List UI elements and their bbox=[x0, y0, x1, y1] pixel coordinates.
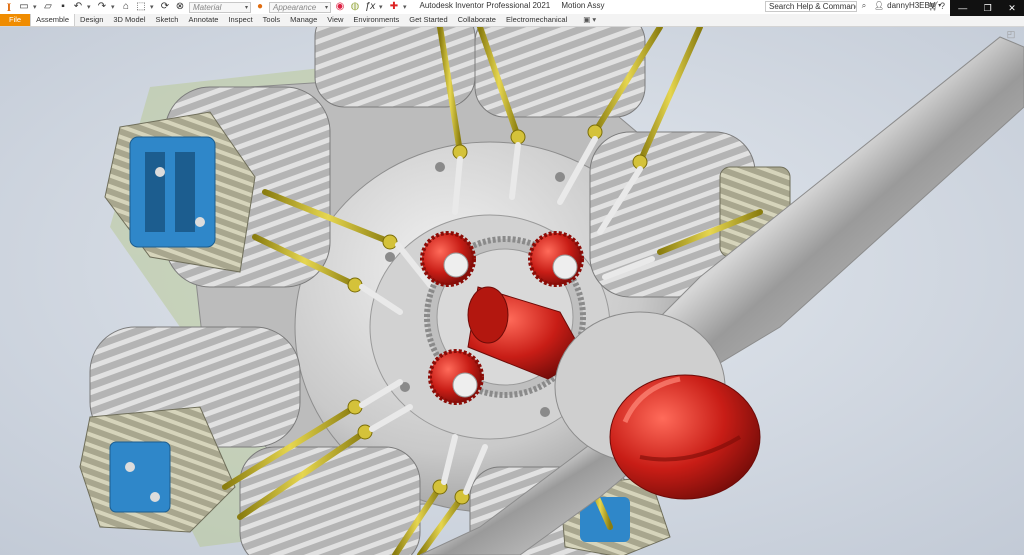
tab-design[interactable]: Design bbox=[75, 14, 108, 26]
material-placeholder: Material bbox=[193, 2, 222, 12]
select-icon[interactable]: ⬚ bbox=[135, 1, 147, 13]
minimize-icon[interactable]: — bbox=[958, 3, 967, 13]
undo-icon[interactable]: ↶ bbox=[72, 1, 84, 13]
inventor-logo-icon[interactable]: I bbox=[3, 1, 15, 13]
appearance-placeholder: Appearance bbox=[273, 2, 317, 12]
tab-environments[interactable]: Environments bbox=[348, 14, 404, 26]
parameters-dropdown-icon[interactable]: ▾ bbox=[379, 3, 385, 11]
tab-file[interactable]: File bbox=[0, 14, 31, 26]
engine-model bbox=[0, 27, 1024, 555]
material-combo[interactable]: Material ▾ bbox=[189, 1, 251, 13]
cart-icon[interactable]: 🛒︎ bbox=[928, 1, 939, 12]
tab-tools[interactable]: Tools bbox=[258, 14, 286, 26]
user-icon: 👤︎ bbox=[874, 1, 885, 10]
home-icon[interactable]: ⌂ bbox=[120, 1, 132, 13]
search-input[interactable]: Search Help & Commands... bbox=[765, 1, 857, 12]
redo-dropdown-icon[interactable]: ▾ bbox=[111, 3, 117, 11]
undo-dropdown-icon[interactable]: ▾ bbox=[87, 3, 93, 11]
tab-assemble[interactable]: Assemble bbox=[30, 14, 76, 26]
update-icon[interactable]: ⟳ bbox=[159, 1, 171, 13]
spinner-nut bbox=[609, 374, 761, 500]
material-dropdown-icon: ▾ bbox=[244, 4, 248, 11]
document-title: Motion Assy bbox=[561, 1, 605, 10]
redo-icon[interactable]: ↷ bbox=[96, 1, 108, 13]
parameters-fx-icon[interactable]: ƒx bbox=[364, 1, 376, 13]
appearance-combo[interactable]: Appearance ▾ bbox=[269, 1, 331, 13]
tab-3d-model[interactable]: 3D Model bbox=[108, 14, 150, 26]
tab-sketch[interactable]: Sketch bbox=[151, 14, 184, 26]
viewport-corner-icon[interactable]: ◰ bbox=[1006, 29, 1016, 39]
help-icon[interactable]: ? bbox=[940, 1, 945, 11]
ribbon-tabs: File Assemble Design 3D Model Sketch Ann… bbox=[0, 14, 1024, 27]
cancel-icon[interactable]: ⊗ bbox=[174, 1, 186, 13]
restore-icon[interactable]: ❐ bbox=[984, 3, 992, 14]
close-icon[interactable]: ✕ bbox=[1008, 3, 1016, 14]
select-dropdown-icon[interactable]: ▾ bbox=[150, 3, 156, 11]
search-icon[interactable]: ⌕ bbox=[858, 1, 870, 12]
tab-electromechanical[interactable]: Electromechanical bbox=[501, 14, 572, 26]
app-title: Autodesk Inventor Professional 2021 bbox=[419, 1, 551, 10]
adjust-appearance-icon[interactable]: ◉ bbox=[334, 1, 346, 13]
appearance-sphere-icon: ● bbox=[256, 1, 264, 12]
new-dropdown-icon[interactable]: ▾ bbox=[33, 3, 39, 11]
graphics-viewport[interactable]: ◰ bbox=[0, 27, 1024, 555]
add-icon[interactable]: ✚ bbox=[388, 1, 400, 13]
window-controls: — ❐ ✕ bbox=[950, 0, 1024, 16]
clear-appearance-icon[interactable]: ◍ bbox=[349, 1, 361, 13]
ribbon-panel-toggle-icon[interactable]: ▣ ▾ bbox=[578, 14, 601, 26]
cylinder-top bbox=[314, 27, 646, 118]
tab-manage[interactable]: Manage bbox=[285, 14, 322, 26]
tab-get-started[interactable]: Get Started bbox=[404, 14, 452, 26]
appearance-dropdown-icon: ▾ bbox=[324, 4, 328, 11]
customize-dropdown-icon[interactable]: ▾ bbox=[403, 3, 409, 11]
tab-inspect[interactable]: Inspect bbox=[223, 14, 257, 26]
new-file-icon[interactable]: ▭ bbox=[18, 1, 30, 13]
tab-collaborate[interactable]: Collaborate bbox=[453, 14, 501, 26]
save-icon[interactable]: ▪ bbox=[57, 1, 69, 13]
tab-annotate[interactable]: Annotate bbox=[183, 14, 223, 26]
tab-view[interactable]: View bbox=[322, 14, 348, 26]
quick-access-toolbar: I ▭ ▾ ▱ ▪ ↶ ▾ ↷ ▾ ⌂ ⬚ ▾ ⟳ ⊗ Material ▾ ●… bbox=[0, 0, 409, 14]
open-folder-icon[interactable]: ▱ bbox=[42, 1, 54, 13]
title-bar: I ▭ ▾ ▱ ▪ ↶ ▾ ↷ ▾ ⌂ ⬚ ▾ ⟳ ⊗ Material ▾ ●… bbox=[0, 0, 1024, 16]
